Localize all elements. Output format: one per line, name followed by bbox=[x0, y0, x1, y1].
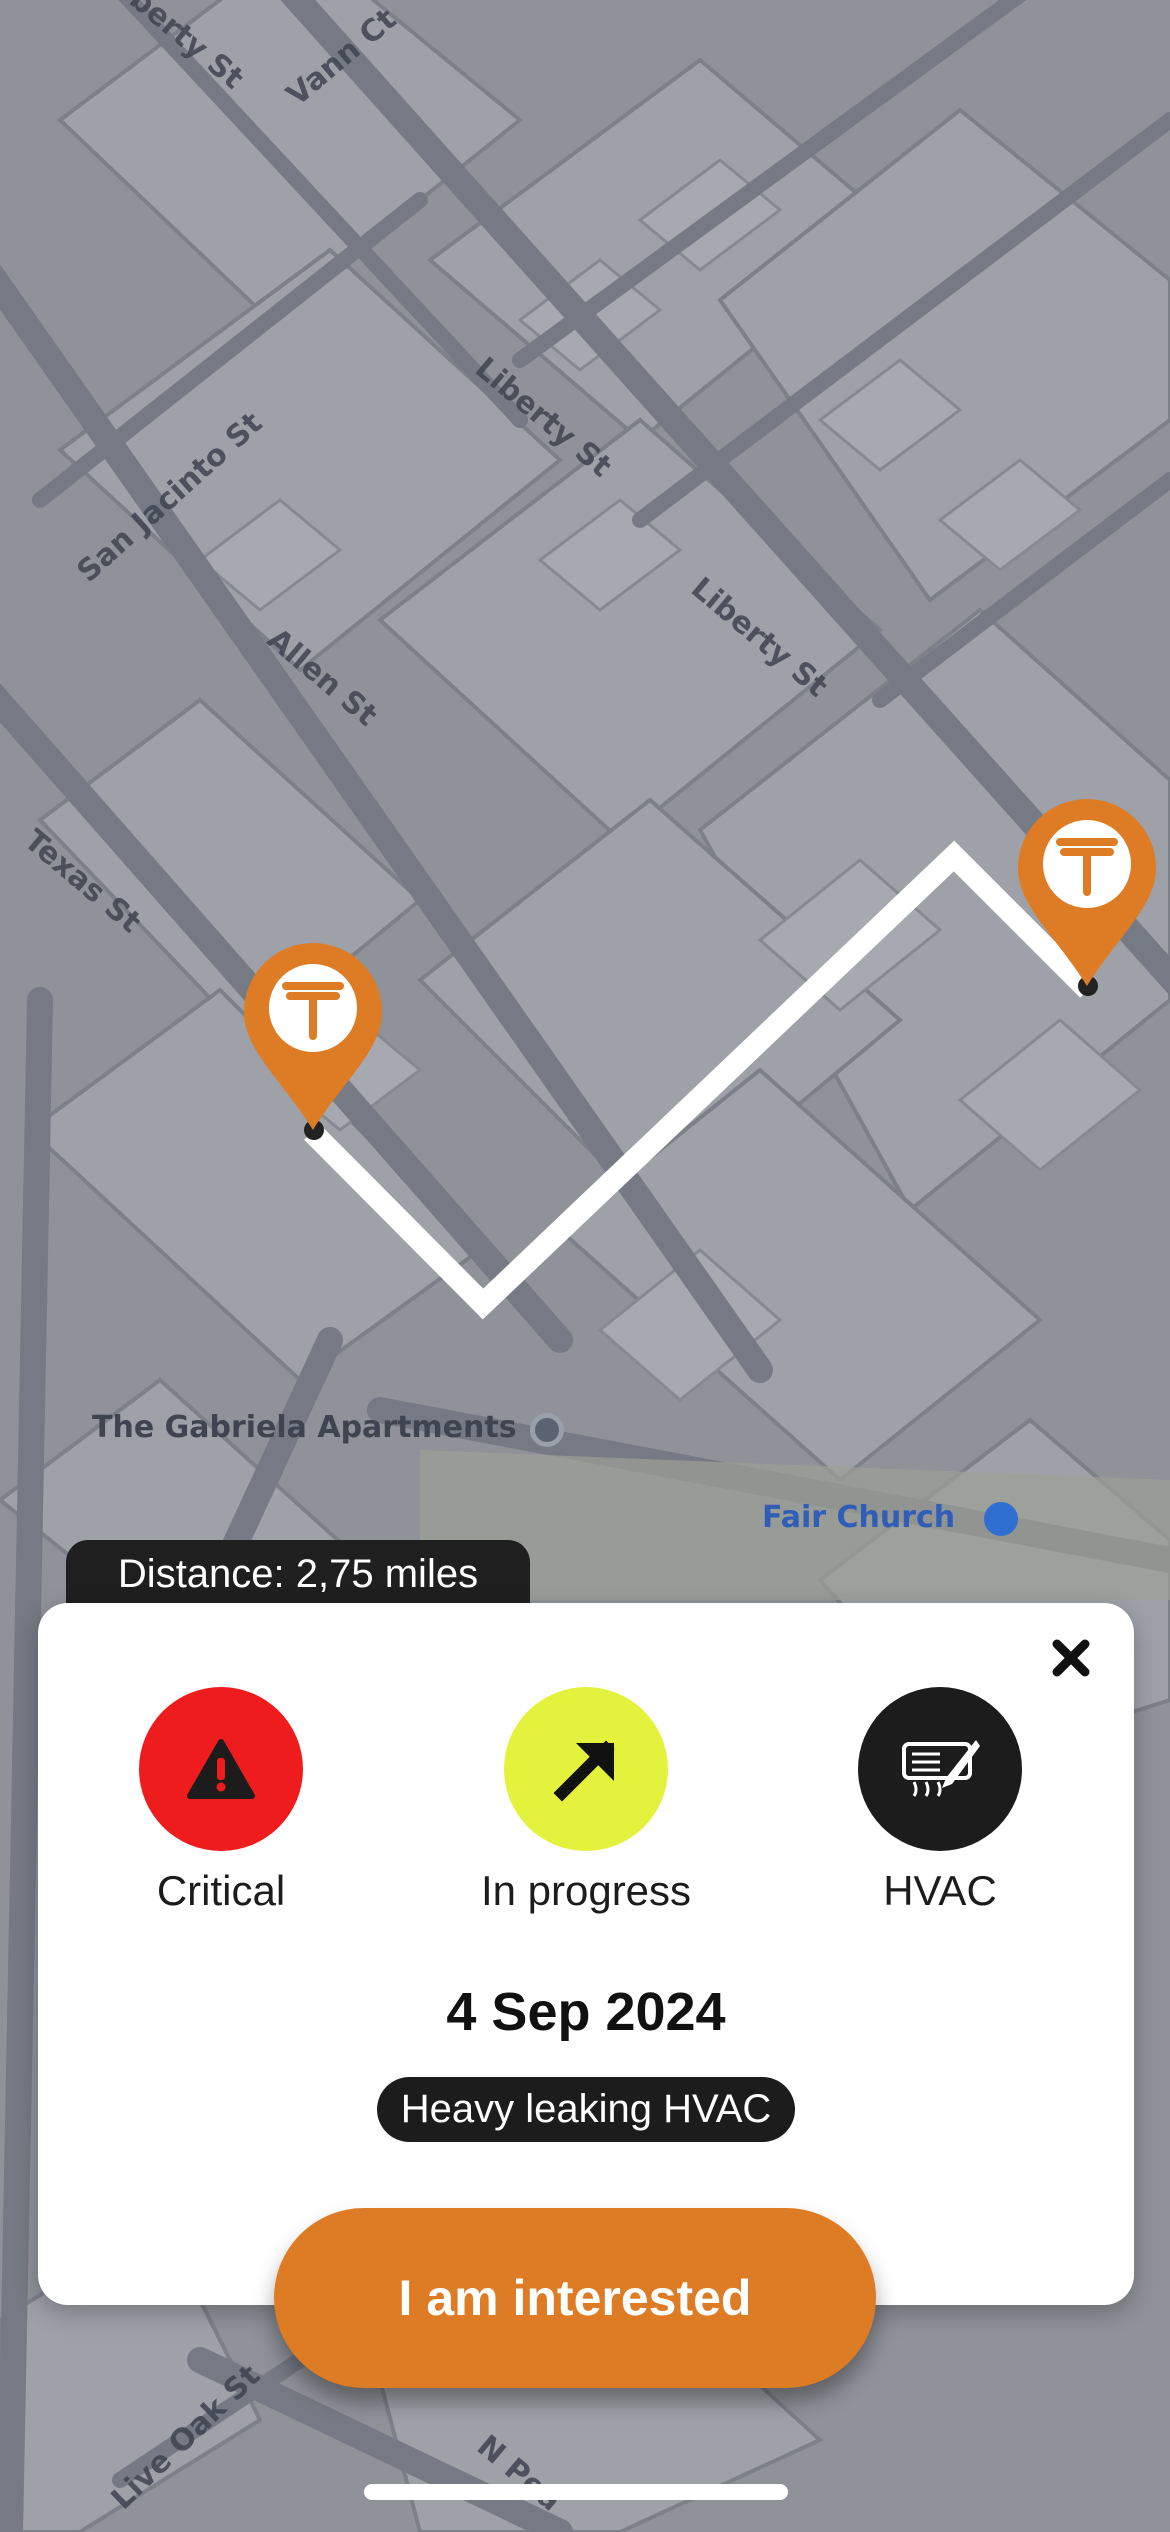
close-icon bbox=[1052, 1639, 1090, 1677]
category-badge bbox=[858, 1687, 1022, 1851]
category-status: HVAC bbox=[790, 1687, 1090, 1915]
progress-badge bbox=[504, 1687, 668, 1851]
category-label: HVAC bbox=[883, 1867, 997, 1914]
close-button[interactable] bbox=[1042, 1629, 1100, 1687]
place-pin-icon[interactable] bbox=[530, 1413, 564, 1447]
poi-label[interactable]: The Gabriela Apartments bbox=[92, 1410, 517, 1445]
warning-icon bbox=[187, 1739, 255, 1799]
home-indicator[interactable] bbox=[364, 2484, 788, 2500]
priority-badge bbox=[139, 1687, 303, 1851]
distance-label: Distance: 2,75 miles bbox=[66, 1540, 530, 1610]
priority-label: Critical bbox=[156, 1867, 286, 1914]
job-date: 4 Sep 2024 bbox=[446, 1982, 726, 2042]
priority-status: Critical bbox=[71, 1687, 371, 1915]
end-location-pin-icon[interactable] bbox=[1016, 796, 1158, 996]
job-description-badge: Heavy leaking HVAC bbox=[376, 2077, 796, 2142]
progress-status: In progress bbox=[436, 1687, 736, 1915]
start-location-pin-icon[interactable] bbox=[242, 940, 384, 1140]
hvac-icon bbox=[902, 1740, 980, 1797]
job-detail-card: Critical In progress HVAC 4 Sep 2024 Hea… bbox=[38, 1603, 1134, 2305]
arrow-up-right-icon bbox=[553, 1740, 615, 1802]
i-am-interested-button[interactable]: I am interested bbox=[274, 2208, 876, 2388]
progress-label: In progress bbox=[480, 1867, 692, 1914]
poi-label[interactable]: Fair Church bbox=[762, 1500, 955, 1535]
church-icon[interactable] bbox=[984, 1502, 1018, 1536]
distance-text: Distance: 2,75 miles bbox=[117, 1552, 479, 1596]
